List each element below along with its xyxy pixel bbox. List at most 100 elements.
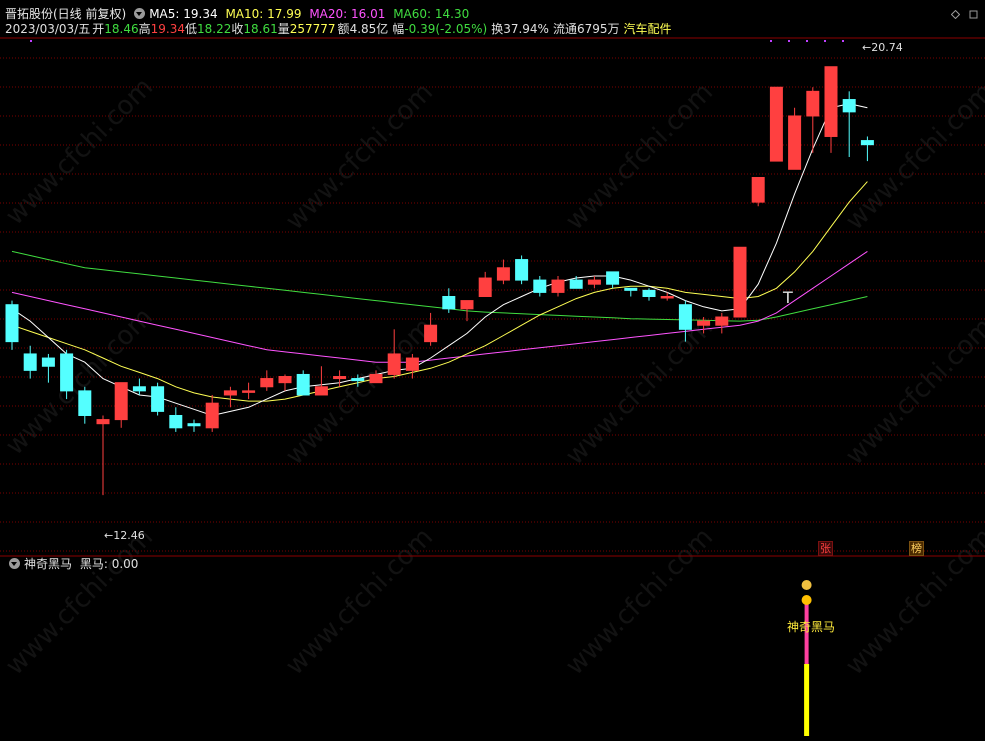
candle-body (569, 279, 583, 289)
ma5-label: MA5: 19.34 (149, 7, 218, 21)
quote-date: 2023/03/03/五 (5, 22, 91, 36)
signal-dot (770, 40, 772, 42)
kline-stage: www.cfchi.com www.cfchi.com www.cfchi.co… (0, 0, 985, 741)
t-marker: T (783, 288, 793, 307)
high-value: 19.34 (150, 22, 185, 36)
signal-dot (30, 40, 32, 42)
candle-body (333, 376, 347, 380)
candle-body (660, 296, 674, 299)
candle-body (351, 378, 365, 382)
money-bag-icon (801, 580, 812, 590)
candle-body (187, 423, 201, 427)
candle-body (642, 289, 656, 298)
candle-body (41, 357, 55, 367)
candle-body (606, 271, 620, 285)
ma10-label: MA10: 17.99 (225, 7, 302, 21)
diamond-icon[interactable] (951, 10, 960, 19)
candle-body (460, 300, 474, 310)
float-value: 6795万 (576, 22, 620, 36)
candle-body (114, 382, 128, 421)
candle-body (860, 140, 874, 146)
signal-dot (842, 40, 844, 42)
signal-dot (788, 40, 790, 42)
volume-value: 257777 (289, 22, 336, 36)
candle-body (496, 267, 510, 281)
candle-body (223, 390, 237, 396)
candle-body (387, 353, 401, 375)
indicator-name: 神奇黑马 (24, 557, 73, 571)
kline-chart[interactable] (0, 0, 985, 741)
candle-body (733, 246, 747, 318)
candle-body (715, 316, 729, 326)
candle-body (551, 279, 565, 293)
candle-body (205, 402, 219, 429)
close-label: 收 (231, 22, 244, 36)
ma-header: 晋拓股份(日线 前复权) MA5: 19.34 MA10: 17.99 MA20:… (5, 7, 473, 22)
change-label: 幅 (392, 22, 405, 36)
candle-body (788, 115, 802, 170)
candle-body (169, 414, 183, 429)
candle-body (624, 287, 638, 291)
indicator-value: 黑马: 0.00 (79, 557, 139, 571)
change-value: -0.39(-2.05%) (404, 22, 488, 36)
candle-body (478, 277, 492, 297)
candle-body (96, 419, 110, 425)
high-price-annotation: ←20.74 (862, 41, 903, 54)
low-price-annotation: ←12.46 (104, 529, 145, 542)
candle-body (587, 279, 601, 285)
candle-body (824, 66, 838, 137)
candle-body (5, 304, 19, 343)
candle-body (260, 378, 274, 388)
candle-body (242, 390, 256, 393)
high-label: 高 (138, 22, 151, 36)
signal-dot (824, 40, 826, 42)
candle-body (278, 376, 292, 384)
candle-body (296, 373, 310, 396)
close-value: 18.61 (243, 22, 278, 36)
turnover-value: 37.94% (503, 22, 549, 36)
candle-body (442, 296, 456, 310)
open-label: 开 (92, 22, 105, 36)
zhang-tag[interactable]: 张 (818, 541, 833, 556)
bang-tag[interactable]: 榜 (909, 541, 924, 556)
candle-body (697, 320, 711, 326)
chevron-down-icon[interactable] (134, 8, 146, 19)
high-price-value: 20.74 (871, 41, 903, 54)
float-label: 流通 (552, 22, 577, 36)
candle-body (751, 177, 765, 203)
candle-body (806, 90, 820, 117)
ma60-label: MA60: 14.30 (393, 7, 470, 21)
signal-label: 神奇黑马 (787, 620, 836, 634)
quote-header: 2023/03/03/五 开18.46高19.34低18.22收18.61量257… (5, 22, 676, 37)
low-label: 低 (184, 22, 197, 36)
low-value: 18.22 (196, 22, 232, 36)
turnover-label: 换 (491, 22, 504, 36)
candle-body (842, 99, 856, 113)
signal-dot (806, 40, 808, 42)
candle-body (424, 324, 438, 343)
candle-body (405, 357, 419, 371)
candle-body (78, 390, 92, 416)
stock-title: 晋拓股份(日线 前复权) (5, 7, 127, 21)
low-price-value: 12.46 (113, 529, 145, 542)
candle-body (151, 386, 165, 412)
amount-value: 4.85亿 (349, 22, 389, 36)
candle-body (678, 304, 692, 330)
candle-body (60, 353, 74, 392)
chevron-down-icon[interactable] (9, 558, 20, 569)
ma20-label: MA20: 16.01 (309, 7, 386, 21)
indicator-header: 神奇黑马 黑马: 0.00 (5, 557, 142, 572)
volume-label: 量 (277, 22, 290, 36)
candle-body (369, 373, 383, 384)
candle-body (769, 86, 783, 162)
candle-body (23, 353, 37, 371)
amount-label: 额 (337, 22, 350, 36)
expand-icon[interactable] (969, 10, 978, 19)
gold-coin-icon (801, 595, 812, 605)
candle-body (533, 279, 547, 293)
candle-body (132, 386, 146, 392)
indicator-bar (804, 664, 810, 736)
candle-body (314, 386, 328, 396)
open-value: 18.46 (104, 22, 139, 36)
sector-label[interactable]: 汽车配件 (624, 22, 672, 36)
